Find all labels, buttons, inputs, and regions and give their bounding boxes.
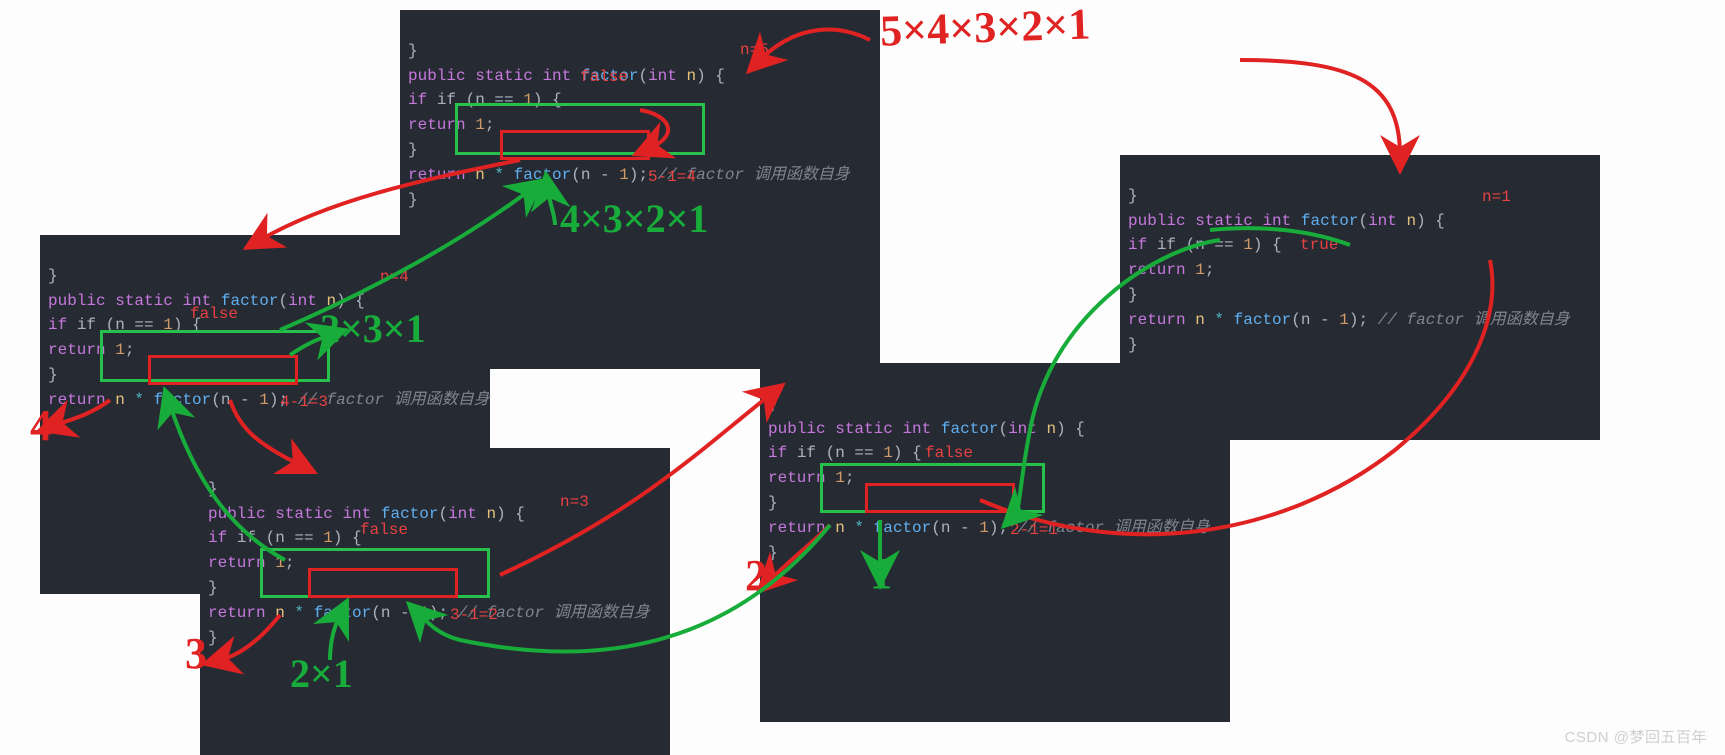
red-highlight	[308, 568, 458, 598]
cond-label: false	[360, 518, 408, 543]
n-label: n=1	[1482, 185, 1511, 210]
cond-label: false	[190, 302, 238, 327]
cond-label: false	[580, 65, 628, 90]
watermark: CSDN @梦回五百年	[1565, 726, 1707, 747]
code-block-n3: } public static int factor(int n) { if i…	[200, 448, 670, 755]
sub-label: 5-1=4	[648, 165, 696, 190]
n-label: n=5	[740, 38, 769, 63]
n-label: n=4	[380, 265, 409, 290]
diagram-canvas: } public static int factor(int n) { if i…	[0, 0, 1725, 755]
red-highlight	[500, 130, 650, 160]
cond-label: true	[1300, 233, 1338, 258]
hand-product-5: 5×4×3×2×1	[879, 0, 1091, 57]
sub-label: 2-1=1	[1010, 518, 1058, 543]
red-highlight	[148, 355, 298, 385]
green-highlight	[100, 330, 330, 382]
green-highlight	[260, 548, 490, 598]
sub-label: 4-1=3	[280, 390, 328, 415]
code-block-n1: } public static int factor(int n) { if i…	[1120, 155, 1600, 440]
red-highlight	[865, 483, 1015, 513]
sub-label: 3-1=2	[450, 603, 498, 628]
cond-label: false	[925, 441, 973, 466]
n-label: n=3	[560, 490, 589, 515]
